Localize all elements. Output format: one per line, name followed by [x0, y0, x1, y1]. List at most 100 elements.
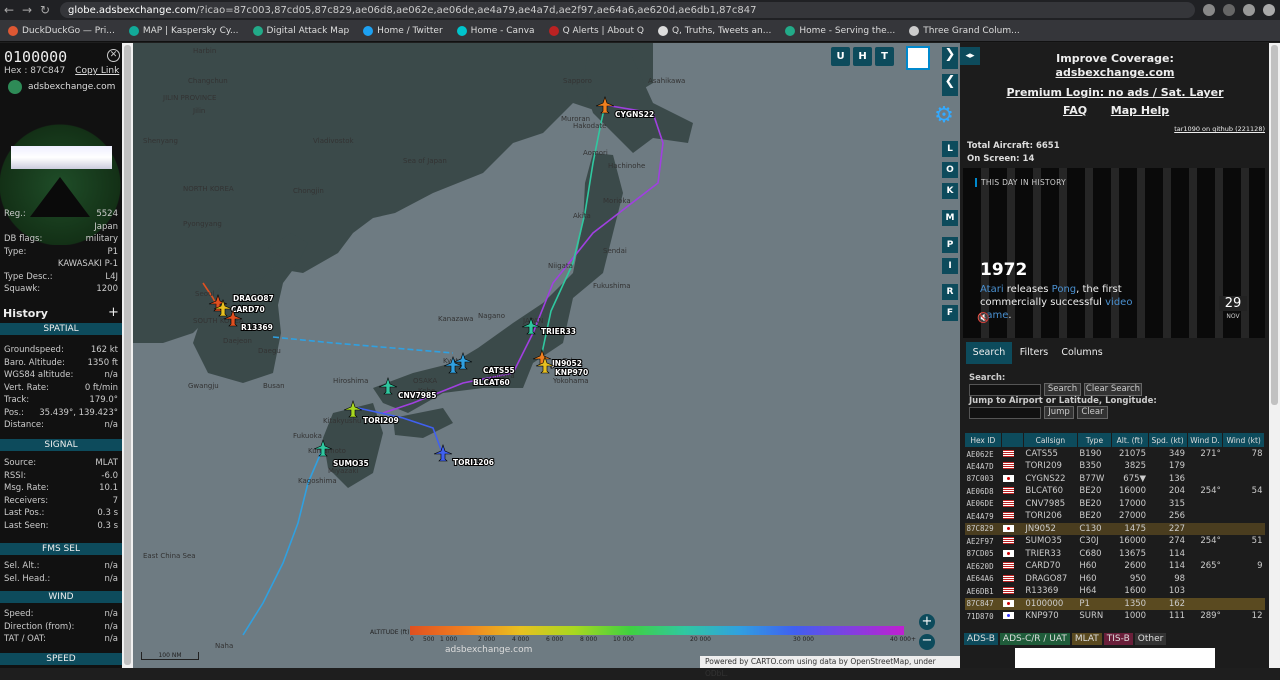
search-input[interactable] — [969, 384, 1041, 396]
history-expand-icon[interactable]: + — [108, 305, 119, 320]
faq-link[interactable]: FAQ — [1050, 104, 1100, 117]
section-signal[interactable]: SIGNAL — [0, 439, 122, 451]
tab-columns[interactable]: Columns — [1056, 342, 1108, 364]
right-scrollbar-thumb[interactable] — [1271, 45, 1278, 405]
left-scrollbar[interactable] — [122, 43, 133, 668]
forward-icon[interactable]: → — [18, 3, 36, 17]
map-toggle-h[interactable]: H — [853, 47, 872, 66]
zoom-out-icon[interactable]: − — [919, 634, 935, 650]
map-view[interactable]: JILIN PROVINCE Changchun Jilin Shenyang Harb… — [133, 43, 960, 668]
ad-banner[interactable] — [1015, 648, 1215, 668]
map-attribution[interactable]: Powered by CARTO.com using data by OpenS… — [700, 656, 960, 678]
map-help-link[interactable]: Map Help — [1110, 104, 1170, 117]
bookmark-item[interactable]: Digital Attack Map — [252, 25, 349, 36]
aircraft-marker[interactable]: TORI1206 — [433, 444, 495, 468]
table-row[interactable]: 87C829 JN9052 C130 1475 227 — [964, 522, 1265, 535]
star-icon[interactable] — [1243, 4, 1255, 16]
column-header[interactable]: Hex ID — [964, 432, 1002, 448]
section-speed[interactable]: SPEED — [0, 653, 122, 665]
jump-button[interactable]: Jump — [1044, 406, 1074, 419]
panel-resize-icon[interactable]: ◂▸ — [960, 47, 980, 65]
table-row[interactable]: AE06D8 BLCAT60 BE20 16000 204 254° 54 — [965, 485, 1265, 498]
map-side-r[interactable]: R — [942, 284, 958, 300]
address-bar[interactable]: globe.adsbexchange.com/?icao=87c003,87cd… — [60, 2, 1195, 18]
jump-input[interactable] — [969, 407, 1041, 419]
column-header[interactable]: Spd. (kt) — [1147, 432, 1188, 448]
premium-login-link[interactable]: Premium Login: no ads / Sat. Layer — [1000, 86, 1230, 99]
tab-search[interactable]: Search — [966, 342, 1012, 364]
adsb-site-link[interactable]: adsbexchange.com — [8, 80, 115, 94]
adsb-site-label: adsbexchange.com — [28, 82, 116, 92]
layers-icon[interactable] — [906, 46, 930, 70]
table-row[interactable]: 87CD05 TRIER33 C680 13675 114 — [965, 548, 1265, 561]
bookmark-item[interactable]: Q, Truths, Tweets an... — [657, 25, 771, 36]
extension-icon[interactable] — [1203, 4, 1215, 16]
mute-icon[interactable]: 🔇 — [977, 313, 989, 324]
column-header[interactable]: Callsign — [1022, 432, 1078, 448]
table-row[interactable]: AE4A7D TORI209 B350 3825 179 — [965, 460, 1265, 473]
expand-sidebar-icon[interactable]: ❯ — [942, 47, 958, 69]
table-row[interactable]: 71D870 KNP970 SURN 1000 111 289° 12 — [965, 610, 1265, 623]
table-row[interactable]: AE2F97 SUMO35 C30J 16000 274 254° 51 — [965, 535, 1265, 548]
column-header[interactable]: Wind (kt) — [1222, 432, 1265, 448]
column-header[interactable]: Wind D. — [1186, 432, 1224, 448]
bookmark-item[interactable]: Three Grand Colum... — [909, 25, 1020, 36]
cell-cs: BLCAT60 — [1025, 486, 1064, 497]
table-row[interactable]: AE4A79 TORI206 BE20 27000 256 — [965, 510, 1265, 523]
map-side-p[interactable]: P — [942, 237, 958, 253]
table-row[interactable]: 87C847 0100000 P1 1350 162 — [964, 597, 1265, 610]
collapse-sidebar-icon[interactable]: ❮ — [942, 74, 958, 96]
cell-type: P1 — [1077, 597, 1112, 610]
column-header[interactable]: Type — [1076, 432, 1113, 448]
place-label: East China Sea — [143, 552, 196, 560]
column-header[interactable] — [1000, 432, 1024, 448]
back-icon[interactable]: ← — [0, 3, 18, 17]
search-button[interactable]: Search — [1044, 383, 1081, 396]
bookmark-item[interactable]: DuckDuckGo — Pri... — [8, 25, 115, 36]
map-side-f[interactable]: F — [942, 305, 958, 321]
table-row[interactable]: AE6DB1 R13369 H64 1600 103 — [965, 585, 1265, 598]
reload-icon[interactable]: ↻ — [36, 3, 54, 17]
section-fms[interactable]: FMS SEL — [0, 543, 122, 555]
right-scrollbar[interactable] — [1269, 43, 1280, 668]
table-row[interactable]: AE06DE CNV7985 BE20 17000 315 — [965, 498, 1265, 511]
map-side-o[interactable]: O — [942, 162, 958, 178]
copy-link[interactable]: Copy Link — [75, 66, 119, 76]
close-icon[interactable]: ✕ — [107, 49, 120, 62]
tab-filters[interactable]: Filters — [1012, 342, 1056, 364]
table-row[interactable]: AE620D CARD70 H60 2600 114 265° 9 — [965, 560, 1265, 573]
map-side-k[interactable]: K — [942, 183, 958, 199]
map-side-i[interactable]: I — [942, 258, 958, 274]
table-row[interactable]: AE64A6 DRAGO87 H60 950 98 — [965, 573, 1265, 586]
map-canvas[interactable]: JILIN PROVINCE Changchun Jilin Shenyang Harb… — [133, 43, 960, 668]
zoom-in-icon[interactable]: + — [919, 614, 935, 630]
history-link-atari[interactable]: Atari — [980, 284, 1004, 295]
profile-avatar[interactable] — [1263, 4, 1275, 16]
share-icon[interactable] — [1223, 4, 1235, 16]
bookmark-item[interactable]: MAP | Kaspersky Cy... — [128, 25, 239, 36]
history-link-pong[interactable]: Pong — [1052, 284, 1076, 295]
map-toggle-u[interactable]: U — [831, 47, 850, 66]
bookmark-item[interactable]: Home - Canva — [456, 25, 535, 36]
map-side-l[interactable]: L — [942, 141, 958, 157]
clear-search-button[interactable]: Clear Search — [1084, 383, 1142, 396]
column-header[interactable]: Alt. (ft) — [1111, 432, 1149, 448]
github-link[interactable]: tar1090 on github (221128) — [1160, 125, 1265, 133]
table-row[interactable]: AE062E CATS55 B190 21075 349 271° 78 — [965, 448, 1265, 461]
cell-alt: 16000 — [1119, 486, 1147, 497]
bookmark-item[interactable]: Home / Twitter — [363, 25, 443, 36]
bookmark-item[interactable]: Q Alerts | About Q — [548, 25, 644, 36]
table-row[interactable]: 87C003 CYGNS22 B77W 675▼ 136 — [965, 473, 1265, 486]
clear-button[interactable]: Clear — [1077, 406, 1108, 419]
section-spatial[interactable]: SPATIAL — [0, 323, 122, 335]
map-toggle-t[interactable]: T — [875, 47, 894, 66]
history-heading[interactable]: History — [3, 307, 48, 320]
map-side-m[interactable]: M — [942, 210, 958, 226]
settings-gear-icon[interactable]: ⚙ — [930, 105, 958, 134]
left-scrollbar-thumb[interactable] — [124, 45, 131, 665]
this-day-in-history-ad[interactable]: THIS DAY IN HISTORY 1972 Atari releases … — [963, 168, 1265, 338]
place-label: Miyazaki — [328, 467, 358, 475]
section-wind[interactable]: WIND — [0, 591, 122, 603]
bookmark-item[interactable]: Home - Serving the... — [785, 25, 895, 36]
improve-coverage-link[interactable]: adsbexchange.com — [1020, 66, 1210, 79]
